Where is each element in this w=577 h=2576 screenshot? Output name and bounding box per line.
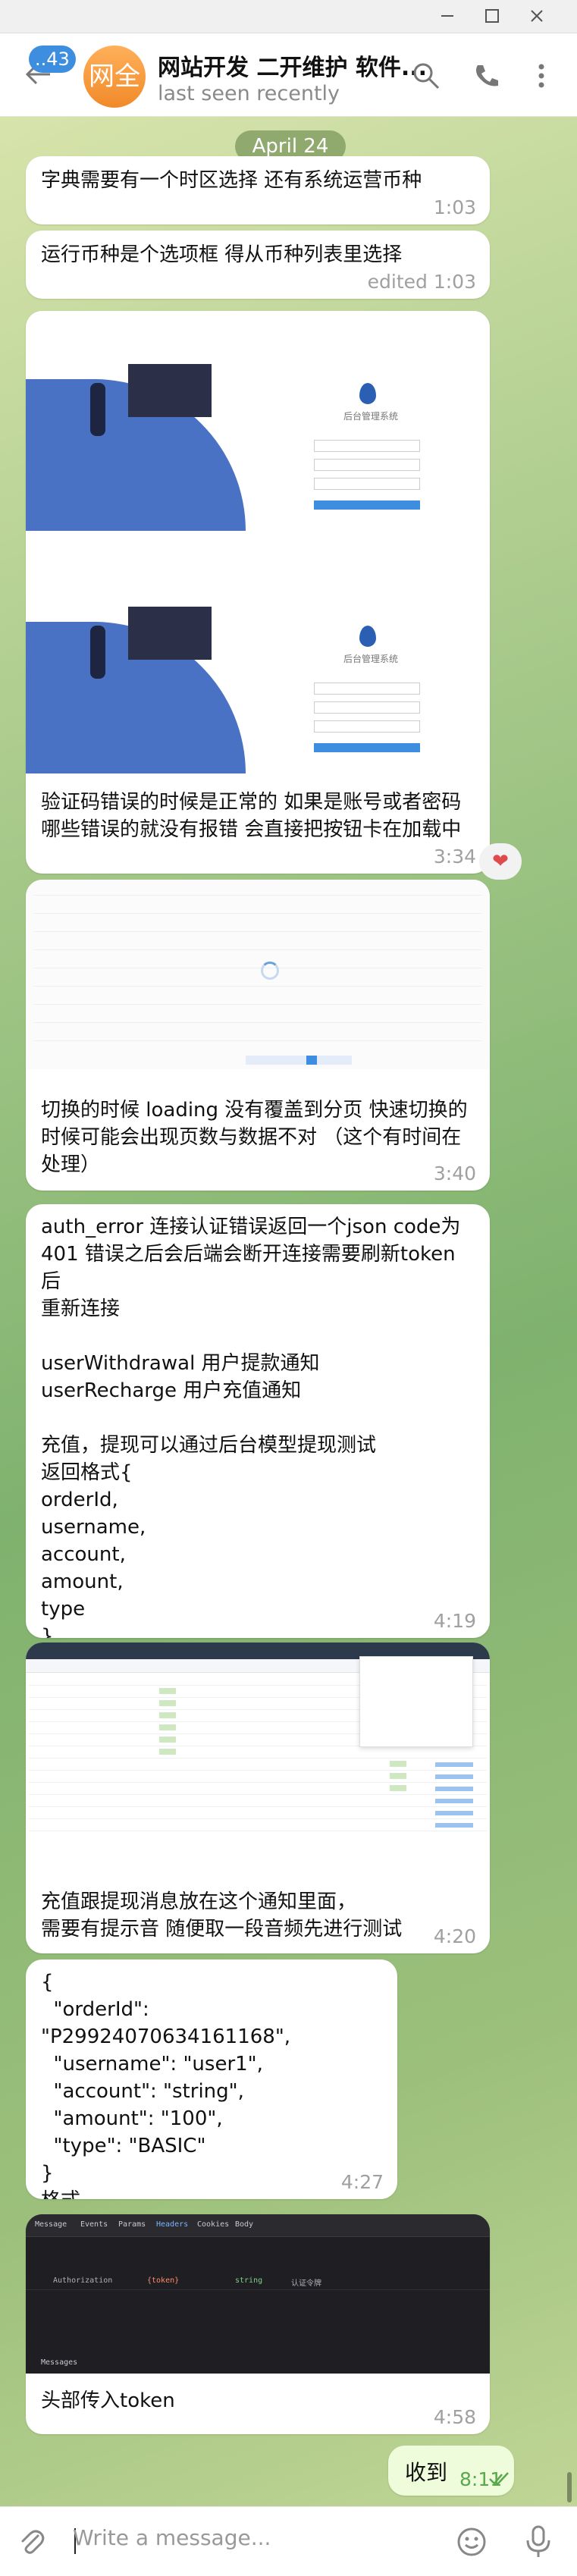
message-bubble[interactable]: 充值跟提现消息放在这个通知里面， 需要有提示音 随便取一段音频先进行测试 4:2…	[26, 1643, 490, 1953]
login-page-image[interactable]: 后台管理系统	[26, 554, 490, 773]
phone-icon[interactable]	[470, 59, 503, 93]
unread-badge[interactable]: ..43	[29, 45, 76, 73]
search-icon[interactable]	[409, 59, 443, 93]
message-time: edited 1:03	[367, 271, 476, 293]
message-bubble[interactable]: Message Events Params Headers Cookies Bo…	[26, 2214, 490, 2434]
scrollbar-thumb[interactable]	[567, 2472, 572, 2502]
table-loading-image[interactable]	[26, 880, 490, 1069]
message-text: 验证码错误的时候是正常的 如果是账号或者密码 哪些错误的就没有报错 会直接把按钮…	[41, 791, 462, 841]
devtools-headers-image[interactable]: Message Events Params Headers Cookies Bo…	[26, 2214, 490, 2374]
emoji-icon[interactable]	[455, 2525, 488, 2559]
chat-status: last seen recently	[158, 82, 340, 105]
message-text: 头部传入token	[41, 2389, 175, 2412]
message-composer: Write a message...	[0, 2506, 577, 2576]
read-checkmarks-icon	[488, 2467, 511, 2490]
message-bubble[interactable]: 字典需要有一个时区选择 还有系统运营币种 1:03	[26, 156, 490, 224]
message-bubble[interactable]: 运行币种是个选项框 得从币种列表里选择 edited 1:03	[26, 231, 490, 299]
minimize-icon[interactable]	[436, 5, 459, 27]
message-time: 3:34	[433, 846, 476, 868]
message-time: 4:19	[433, 1610, 476, 1632]
message-bubble[interactable]: auth_error 连接认证错误返回一个json code为 401 错误之后…	[26, 1204, 490, 1638]
chat-header: ..43 网全 网站开发 二开维护 软件... last seen recent…	[0, 33, 577, 117]
message-bubble[interactable]: { "orderId": "P29924070634161168", "user…	[26, 1959, 397, 2199]
message-text: 切换的时候 loading 没有覆盖到分页 快速切换的 时候可能会出现页数与数据…	[41, 1099, 468, 1176]
message-time: 3:40	[433, 1162, 476, 1184]
mic-icon[interactable]	[522, 2524, 555, 2560]
message-bubble[interactable]: 切换的时候 loading 没有覆盖到分页 快速切换的 时候可能会出现页数与数据…	[26, 880, 490, 1191]
avatar[interactable]: 网全	[83, 45, 146, 108]
outgoing-message-bubble[interactable]: 收到 8:11	[388, 2446, 514, 2496]
login-page-image[interactable]: 后台管理系统	[26, 311, 490, 531]
close-icon[interactable]	[525, 5, 548, 27]
message-time: 4:27	[340, 2171, 384, 2193]
message-text: 字典需要有一个时区选择 还有系统运营币种	[41, 169, 422, 192]
admin-notification-image[interactable]	[26, 1643, 490, 1851]
message-time: 1:03	[433, 196, 476, 218]
message-text: { "orderId": "P29924070634161168", "user…	[41, 1971, 291, 2199]
heart-reaction-icon[interactable]: ❤	[479, 843, 522, 880]
window-titlebar	[0, 0, 577, 33]
message-text: 充值跟提现消息放在这个通知里面， 需要有提示音 随便取一段音频先进行测试	[41, 1890, 403, 1941]
message-input[interactable]: Write a message...	[73, 2525, 271, 2550]
chat-title[interactable]: 网站开发 二开维护 软件...	[158, 49, 427, 82]
message-text: 收到	[405, 2460, 448, 2485]
maximize-icon[interactable]	[481, 5, 503, 27]
message-time: 4:20	[433, 1925, 476, 1947]
message-time: 4:58	[433, 2406, 476, 2428]
message-text: 运行币种是个选项框 得从币种列表里选择	[41, 243, 403, 266]
more-icon[interactable]	[525, 59, 558, 93]
attach-icon[interactable]	[17, 2527, 47, 2557]
message-bubble[interactable]: 后台管理系统 后台管理系统 验证码错误的时候是正常的 如果是账号或者密码 哪些错…	[26, 311, 490, 874]
message-text: auth_error 连接认证错误返回一个json code为 401 错误之后…	[41, 1216, 461, 1638]
